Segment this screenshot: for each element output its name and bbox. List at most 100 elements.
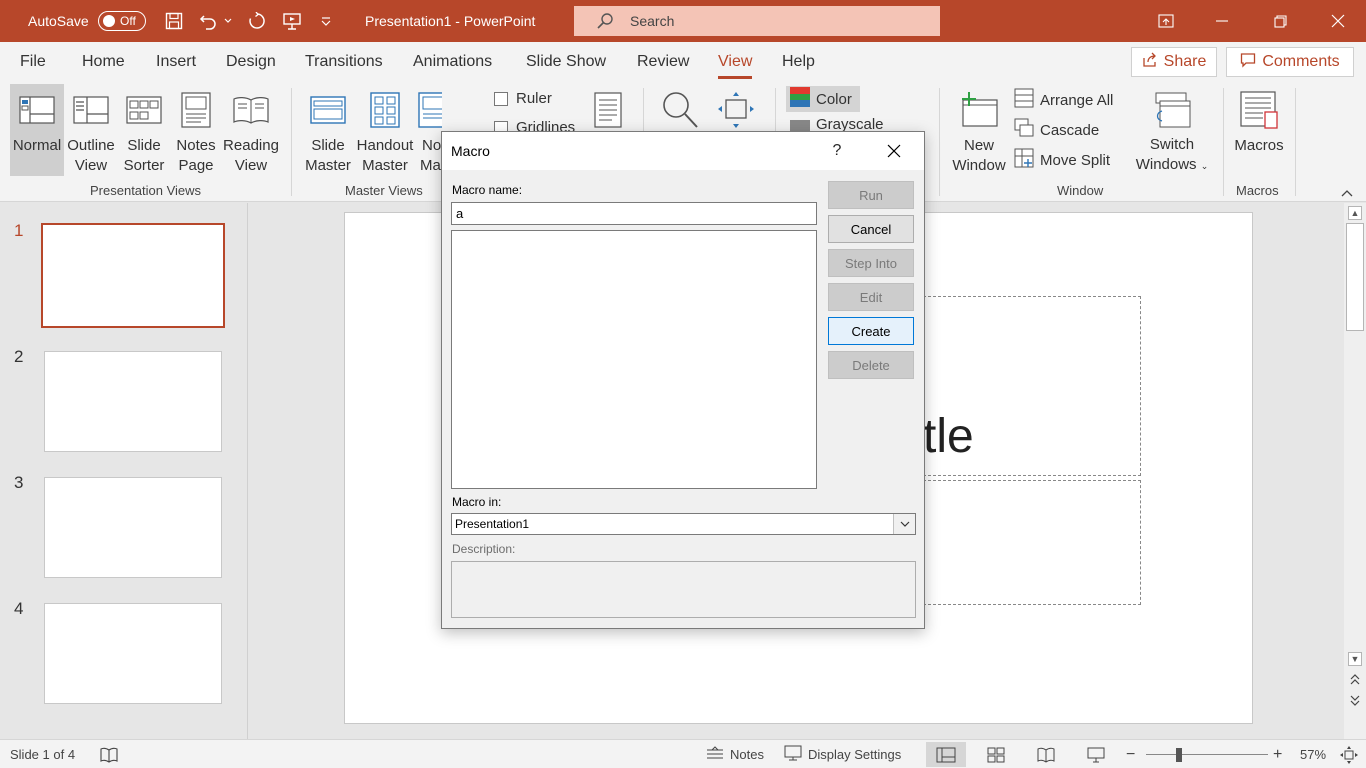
cancel-button[interactable]: Cancel [828, 215, 914, 243]
scroll-up-icon[interactable]: ▲ [1348, 206, 1362, 220]
new-window-button[interactable]: New Window [950, 84, 1008, 176]
step-into-button[interactable]: Step Into [828, 249, 914, 277]
switch-windows-label-2: Windows ⌄ [1136, 155, 1209, 176]
macro-list[interactable] [451, 230, 817, 489]
macros-label: Macros [1234, 137, 1284, 154]
tab-slide-show[interactable]: Slide Show [526, 53, 606, 71]
redo-icon[interactable] [243, 0, 271, 42]
grayscale-button[interactable]: Grayscale [790, 116, 884, 132]
reading-view-status-icon[interactable] [1026, 742, 1066, 767]
fit-slide-icon[interactable] [1340, 740, 1358, 768]
accessibility-icon[interactable] [100, 740, 118, 768]
slide-thumbnail-2[interactable] [44, 351, 222, 452]
status-bar: Slide 1 of 4 Notes Display Settings − + … [0, 739, 1366, 768]
slide-master-label-1: Slide [311, 137, 345, 154]
comment-icon [1240, 52, 1256, 73]
edit-button[interactable]: Edit [828, 283, 914, 311]
slide-master-icon [310, 84, 346, 136]
close-icon[interactable] [1310, 0, 1366, 42]
slide-thumbnail-1[interactable] [41, 223, 225, 328]
macro-in-select[interactable]: Presentation1 [451, 513, 916, 535]
outline-view-button[interactable]: Outline View [64, 84, 118, 176]
arrange-all-button[interactable]: Arrange All [1014, 87, 1113, 113]
slide-thumbnail-3[interactable] [44, 477, 222, 578]
restore-icon[interactable] [1252, 0, 1308, 42]
ribbon-display-options-icon[interactable] [1138, 0, 1194, 42]
start-from-beginning-icon[interactable] [278, 0, 306, 42]
chevron-down-icon[interactable] [893, 514, 915, 534]
zoom-out-icon[interactable]: − [1126, 740, 1135, 768]
reading-view-button[interactable]: Reading View [222, 84, 280, 176]
zoom-slider-track[interactable] [1146, 754, 1268, 755]
tab-review[interactable]: Review [637, 53, 689, 71]
cascade-button[interactable]: Cascade [1014, 117, 1099, 143]
slide-master-button[interactable]: Slide Master [302, 84, 354, 176]
create-button[interactable]: Create [828, 317, 914, 345]
save-icon[interactable] [160, 0, 188, 42]
switch-windows-text: Windows [1135, 156, 1197, 173]
vertical-scrollbar[interactable]: ▲ ▼ [1344, 203, 1366, 739]
undo-dropdown-icon[interactable] [218, 0, 238, 42]
color-swatch-icon [790, 87, 810, 111]
help-button[interactable]: ? [824, 138, 850, 164]
delete-button[interactable]: Delete [828, 351, 914, 379]
slide-show-status-icon[interactable] [1076, 742, 1116, 767]
previous-slide-icon[interactable] [1348, 673, 1362, 687]
notes-button[interactable]: Notes [706, 740, 764, 768]
tab-file[interactable]: File [20, 53, 46, 71]
switch-windows-button[interactable]: Switch Windows ⌄ [1130, 84, 1214, 176]
tab-insert[interactable]: Insert [156, 53, 196, 71]
tab-animations[interactable]: Animations [413, 53, 492, 71]
slide-thumbnails-pane: 1 2 3 4 [0, 203, 248, 739]
zoom-level[interactable]: 57% [1300, 740, 1326, 768]
reading-view-label-1: Reading [223, 137, 279, 154]
ruler-checkbox[interactable]: Ruler [494, 90, 552, 107]
run-button[interactable]: Run [828, 181, 914, 209]
cascade-label: Cascade [1040, 121, 1100, 139]
customize-toolbar-icon[interactable] [312, 0, 340, 42]
zoom-slider-knob[interactable] [1176, 748, 1182, 762]
ruler-checkbox-box [494, 91, 508, 106]
reading-view-label-2: View [234, 157, 268, 174]
slide-sorter-status-icon[interactable] [976, 742, 1016, 767]
handout-master-button[interactable]: Handout Master [354, 84, 416, 176]
tab-home[interactable]: Home [82, 53, 125, 71]
notes-page-label-1: Notes [176, 137, 216, 154]
normal-view-button[interactable]: Normal [10, 84, 64, 176]
zoom-in-icon[interactable]: + [1273, 740, 1282, 768]
title-placeholder-text: tle [923, 410, 974, 463]
normal-view-icon [19, 84, 55, 136]
display-settings-button[interactable]: Display Settings [784, 740, 901, 768]
search-box[interactable]: Search [574, 6, 940, 36]
normal-view-status-icon[interactable] [926, 742, 966, 767]
notes-page-button[interactable]: Notes Page [170, 84, 222, 176]
group-label-macros: Macros [1236, 183, 1279, 198]
color-button[interactable]: Color [786, 86, 860, 112]
tab-view[interactable]: View [718, 53, 753, 79]
tab-design[interactable]: Design [226, 53, 276, 71]
slide-thumbnail-4[interactable] [44, 603, 222, 704]
tab-transitions[interactable]: Transitions [305, 53, 383, 71]
grayscale-label: Grayscale [816, 116, 884, 132]
macros-button[interactable]: Macros [1230, 84, 1288, 176]
scrollbar-thumb[interactable] [1346, 223, 1364, 331]
slide-number: 4 [14, 599, 24, 618]
share-button[interactable]: Share [1131, 47, 1217, 77]
minimize-icon[interactable] [1194, 0, 1250, 42]
macro-dialog: Macro ? Macro name: a Macro in: Presenta… [441, 131, 925, 629]
toggle-knob [103, 15, 115, 27]
move-split-button[interactable]: Move Split [1014, 147, 1110, 173]
collapse-ribbon-icon[interactable] [1340, 186, 1354, 201]
notes-master-icon [418, 84, 442, 136]
comments-button[interactable]: Comments [1226, 47, 1354, 77]
autosave-toggle[interactable]: Off [98, 11, 146, 31]
dialog-close-icon[interactable] [880, 138, 908, 164]
macro-name-input[interactable]: a [451, 202, 817, 225]
scroll-down-icon[interactable]: ▼ [1348, 652, 1362, 666]
slide-sorter-button[interactable]: Slide Sorter [118, 84, 170, 176]
slide-sorter-label-2: Sorter [123, 157, 165, 174]
next-slide-icon[interactable] [1348, 693, 1362, 707]
subtitle-placeholder[interactable] [923, 480, 1141, 605]
tab-help[interactable]: Help [782, 53, 815, 71]
notes-master-button[interactable]: No Ma [418, 84, 442, 176]
